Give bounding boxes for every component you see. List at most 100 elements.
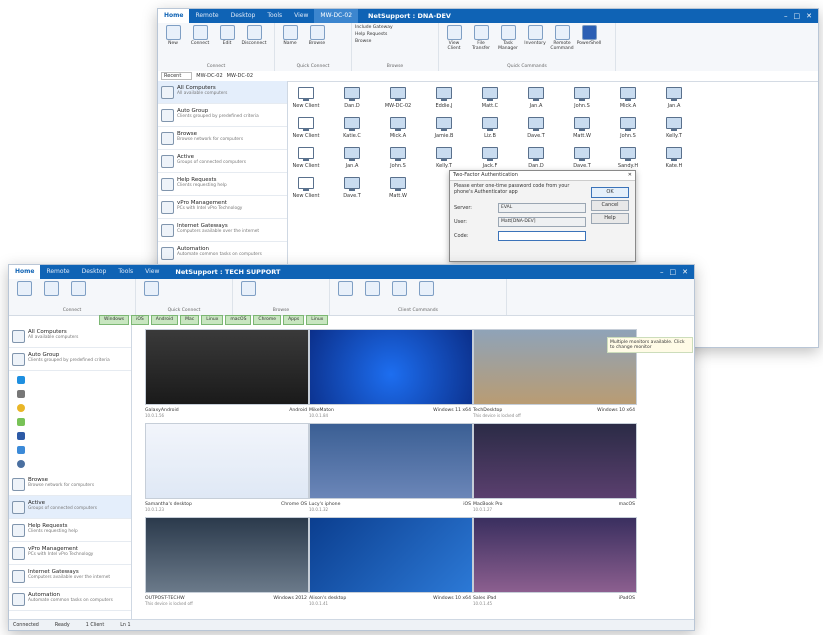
client-item[interactable]: Mick.A xyxy=(380,117,416,139)
client-item[interactable]: John.S xyxy=(564,87,600,109)
client-item[interactable]: Jamie.B xyxy=(426,117,462,139)
client-item[interactable]: John.S xyxy=(380,147,416,169)
client-item[interactable]: Kate.H xyxy=(656,147,692,169)
include-gateway-checkbox[interactable]: Include Gateway xyxy=(355,25,435,30)
sidebar-item-internet-gateways[interactable]: Internet Gateways Computers available ove… xyxy=(158,219,287,242)
tab-tools[interactable]: Tools xyxy=(261,9,288,23)
client-item[interactable]: Kelly.T xyxy=(656,117,692,139)
tab-view[interactable]: View xyxy=(139,265,165,279)
tab-home[interactable]: Home xyxy=(9,265,41,279)
client-item[interactable]: Jack.F xyxy=(472,147,508,169)
group-tab[interactable]: macOS xyxy=(225,315,252,325)
os-globe[interactable] xyxy=(9,457,131,471)
sidebar-item-vpro[interactable]: vPro Management PCs with Intel vPro Techn… xyxy=(9,542,131,565)
view-button[interactable] xyxy=(333,281,357,297)
os-console[interactable] xyxy=(9,429,131,443)
name-field[interactable] xyxy=(139,281,163,297)
name-field[interactable]: Name xyxy=(278,25,302,46)
group-tab[interactable]: iOS xyxy=(131,315,149,325)
sidebar-item-vpro[interactable]: vPro Management PCs with Intel vPro Techn… xyxy=(158,196,287,219)
disconnect-button[interactable]: Disconnect xyxy=(242,25,267,46)
os-chrome[interactable] xyxy=(9,401,131,415)
client-item[interactable]: Dave.T xyxy=(334,177,370,199)
minimize-icon[interactable]: – xyxy=(784,12,788,20)
client-item[interactable]: Liz.B xyxy=(472,117,508,139)
browse-quick-button[interactable]: Browse xyxy=(305,25,329,46)
client-item[interactable]: Katie.C xyxy=(334,117,370,139)
client-item[interactable]: Matt.W xyxy=(380,177,416,199)
address-item[interactable]: MW-DC-02 xyxy=(227,73,253,79)
sidebar-item-auto-group[interactable]: Auto Group Clients grouped by predefined … xyxy=(9,348,131,371)
sidebar-item-all-computers[interactable]: All Computers All available computers xyxy=(9,325,131,348)
sidebar-item-active[interactable]: Active Groups of connected computers xyxy=(158,150,287,173)
minimize-icon[interactable]: – xyxy=(660,268,664,276)
sidebar-item-browse[interactable]: Browse Browse network for computers xyxy=(9,473,131,496)
client-item[interactable]: Jan.A xyxy=(334,147,370,169)
inventory-button[interactable]: Inventory xyxy=(523,25,547,51)
maximize-icon[interactable]: □ xyxy=(670,268,677,276)
client-item[interactable]: Mick.A xyxy=(610,87,646,109)
close-icon[interactable]: ✕ xyxy=(628,171,632,180)
client-item[interactable]: Sandy.H xyxy=(610,147,646,169)
task-manager-button[interactable]: Task Manager xyxy=(496,25,520,51)
sidebar-item-internet-gateways[interactable]: Internet Gateways Computers available ove… xyxy=(9,565,131,588)
client-item[interactable]: Jan.A xyxy=(656,87,692,109)
sidebar-item-browse[interactable]: Browse Browse network for computers xyxy=(158,127,287,150)
sidebar-item-auto-group[interactable]: Auto Group Clients grouped by predefined … xyxy=(158,104,287,127)
client-item[interactable]: Matt.C xyxy=(472,87,508,109)
client-item[interactable]: Kelly.T xyxy=(426,147,462,169)
ok-button[interactable]: OK xyxy=(591,187,629,198)
connect-button[interactable] xyxy=(39,281,63,297)
connect-button[interactable]: Connect xyxy=(188,25,212,46)
file-transfer-button[interactable]: File Transfer xyxy=(469,25,493,51)
new-button[interactable]: New xyxy=(161,25,185,46)
client-item[interactable]: Dan.D xyxy=(518,147,554,169)
address-item[interactable]: MW-DC-02 xyxy=(196,73,222,79)
client-thumbnail[interactable]: GalaxyAndroid Android 10.0.1.56 xyxy=(145,329,309,418)
recent-dropdown[interactable]: Recent xyxy=(161,72,193,80)
os-apple[interactable] xyxy=(9,387,131,401)
client-item[interactable]: Dave.T xyxy=(564,147,600,169)
group-tab[interactable]: Android xyxy=(150,315,179,325)
tab-remote[interactable]: Remote xyxy=(40,265,75,279)
close-icon[interactable]: ✕ xyxy=(682,268,688,276)
group-tab[interactable]: Apps xyxy=(283,315,305,325)
inventory-button[interactable] xyxy=(414,281,438,297)
sidebar-item-automation[interactable]: Automation Automate common tasks on compu… xyxy=(158,242,287,265)
browse-button[interactable] xyxy=(236,281,260,297)
new-button[interactable] xyxy=(12,281,36,297)
client-thumbnail[interactable]: Sales iPad iPadOS 10.0.1.45 xyxy=(473,517,637,606)
client-item[interactable]: Dave.T xyxy=(518,117,554,139)
sidebar-item-all-computers[interactable]: All Computers All available computers xyxy=(158,81,287,104)
new-client-button[interactable]: New Client xyxy=(288,117,324,139)
view-client-button[interactable]: View Client xyxy=(442,25,466,51)
client-item[interactable]: Dan.D xyxy=(334,87,370,109)
group-tab[interactable]: Chrome xyxy=(253,315,282,325)
file-transfer-button[interactable] xyxy=(387,281,411,297)
group-tab[interactable]: Mac xyxy=(180,315,200,325)
os-windows[interactable] xyxy=(9,373,131,387)
maximize-icon[interactable]: □ xyxy=(794,12,801,20)
remote-command-button[interactable]: Remote Command xyxy=(550,25,574,51)
client-thumbnail[interactable]: Lucy's iphone iOS 10.0.1.32 xyxy=(309,423,473,512)
group-tab[interactable]: Linux xyxy=(306,315,329,325)
client-item[interactable]: John.S xyxy=(610,117,646,139)
group-tab[interactable]: Linux xyxy=(201,315,224,325)
tab-tools[interactable]: Tools xyxy=(112,265,139,279)
cancel-button[interactable]: Cancel xyxy=(591,200,629,211)
sidebar-item-help-requests[interactable]: Help Requests Clients requesting help xyxy=(9,519,131,542)
client-thumbnail[interactable]: Alison's desktop Windows 10 x64 10.0.1.41 xyxy=(309,517,473,606)
tab-remote[interactable]: Remote xyxy=(189,9,224,23)
sidebar-item-help-requests[interactable]: Help Requests Clients requesting help xyxy=(158,173,287,196)
group-tab[interactable]: Windows xyxy=(99,315,130,325)
client-thumbnail[interactable]: MacBook Pro macOS 10.0.1.27 xyxy=(473,423,637,512)
powershell-button[interactable]: PowerShell xyxy=(577,25,601,51)
edit-button[interactable] xyxy=(66,281,90,297)
tab-home[interactable]: Home xyxy=(158,9,190,23)
client-item[interactable]: Matt.W xyxy=(564,117,600,139)
os-android[interactable] xyxy=(9,415,131,429)
os-cube[interactable] xyxy=(9,443,131,457)
context-tab[interactable]: MW-DC-02 xyxy=(314,9,359,23)
tab-desktop[interactable]: Desktop xyxy=(225,9,262,23)
chat-button[interactable] xyxy=(360,281,384,297)
